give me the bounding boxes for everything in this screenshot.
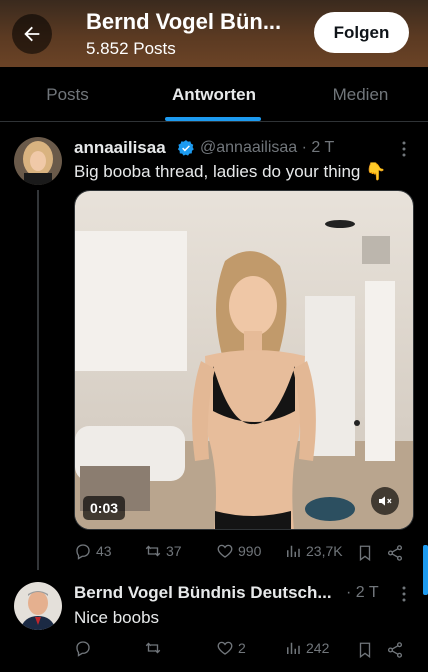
- views-chart-icon: [287, 545, 300, 557]
- scrollbar[interactable]: [423, 545, 428, 595]
- like-count: 2: [238, 640, 246, 656]
- back-button[interactable]: [12, 14, 52, 54]
- bookmark-icon[interactable]: [356, 641, 374, 659]
- reply-button[interactable]: [74, 639, 96, 657]
- reply-icon: [76, 641, 90, 657]
- more-options-icon[interactable]: [396, 586, 412, 602]
- tweet-text: Big booba thread, ladies do your thing 👇: [74, 162, 387, 181]
- views-chart-icon: [287, 642, 300, 654]
- more-options-icon[interactable]: [396, 141, 412, 157]
- tab-posts[interactable]: Posts: [0, 67, 135, 122]
- repost-icon: [145, 642, 161, 654]
- avatar[interactable]: [14, 137, 62, 185]
- author-name[interactable]: Bernd Vogel Bündnis Deutsch...: [74, 583, 332, 603]
- bookmark-icon[interactable]: [356, 544, 374, 562]
- profile-header: Bernd Vogel Bün... 5.852 Posts Folgen: [0, 0, 428, 67]
- repost-icon: [145, 545, 161, 557]
- profile-name: Bernd Vogel Bün...: [86, 9, 282, 34]
- video-frame: [75, 191, 413, 529]
- follow-button[interactable]: Folgen: [314, 12, 409, 53]
- tweet-actions: 43 37 990 23,7K: [74, 542, 414, 566]
- tweet-text: Nice boobs: [74, 608, 160, 627]
- share-icon[interactable]: [386, 544, 404, 562]
- thread-line: [37, 190, 39, 570]
- post-count: 5.852 Posts: [86, 39, 176, 58]
- reply-button[interactable]: 43: [74, 542, 112, 560]
- repost-button[interactable]: [144, 639, 166, 657]
- repost-button[interactable]: 37: [144, 542, 182, 560]
- views-button[interactable]: 242: [284, 639, 329, 657]
- heart-icon: [217, 641, 233, 655]
- author-name[interactable]: annaailisaa: [74, 138, 166, 158]
- reply-icon: [76, 544, 90, 560]
- active-tab-indicator: [165, 117, 261, 121]
- tweet-actions: 2 242: [74, 639, 414, 663]
- avatar-image: [14, 137, 62, 185]
- verified-badge-icon: [177, 140, 194, 156]
- like-button[interactable]: 990: [216, 542, 261, 560]
- share-icon[interactable]: [386, 641, 404, 659]
- tab-antworten[interactable]: Antworten: [135, 67, 293, 122]
- heart-icon: [217, 544, 233, 558]
- views-button[interactable]: 23,7K: [284, 542, 343, 560]
- arrow-left-icon: [24, 26, 40, 42]
- video-player[interactable]: 0:03: [74, 190, 414, 530]
- avatar[interactable]: [14, 582, 62, 630]
- views-count: 242: [306, 640, 330, 656]
- tweet-time: · 2 T: [301, 139, 335, 156]
- author-handle[interactable]: @annaailisaa: [200, 139, 297, 156]
- like-button[interactable]: 2: [216, 639, 246, 657]
- tab-medien[interactable]: Medien: [293, 67, 428, 122]
- like-count: 990: [238, 543, 262, 559]
- reply-count: 43: [96, 543, 112, 559]
- avatar-image: [14, 582, 62, 630]
- mute-button[interactable]: [371, 487, 399, 515]
- video-timer: 0:03: [83, 496, 126, 520]
- speaker-muted-icon: [379, 496, 392, 506]
- tweet-time: · 2 T: [346, 584, 379, 601]
- profile-tabs: Posts Antworten Medien: [0, 67, 428, 122]
- views-count: 23,7K: [306, 543, 343, 559]
- repost-count: 37: [166, 543, 182, 559]
